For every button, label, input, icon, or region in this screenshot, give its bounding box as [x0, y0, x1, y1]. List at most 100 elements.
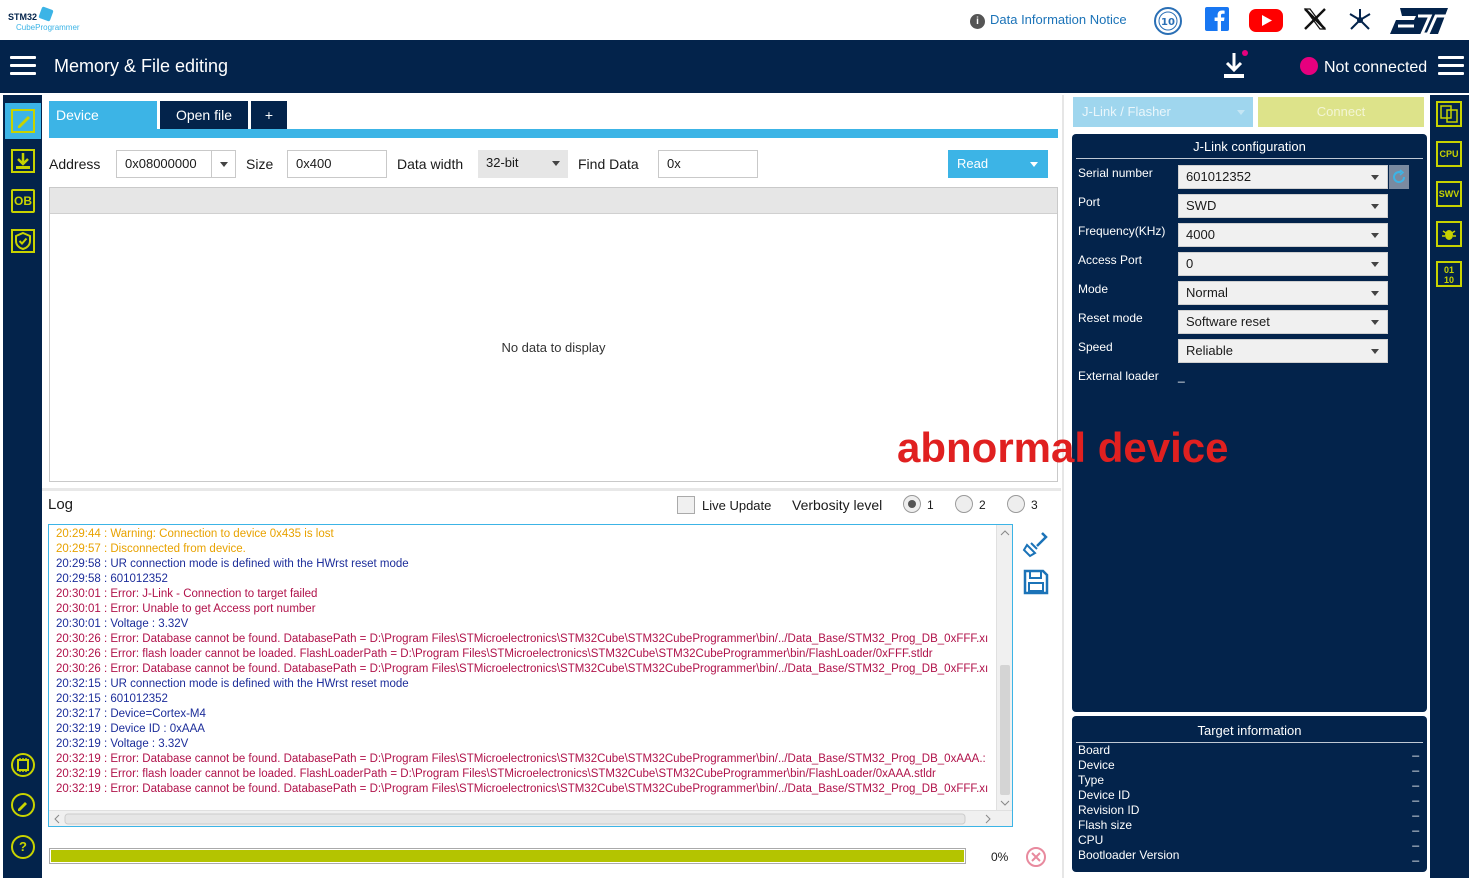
port-label: Port [1078, 195, 1101, 209]
access-port-label: Access Port [1078, 253, 1143, 267]
erase-programming-nav-button[interactable] [5, 143, 41, 179]
connection-status-dot [1300, 57, 1318, 75]
speed-value: Reliable [1186, 343, 1233, 358]
reset-mode-value: Software reset [1186, 314, 1270, 329]
log-vertical-scrollbar[interactable] [996, 525, 1012, 810]
verbosity-radio-1[interactable] [903, 495, 921, 513]
target-device-id-label: Device ID [1078, 788, 1131, 802]
live-update-checkbox[interactable] [677, 496, 695, 514]
interface-select[interactable]: J-Link / Flasher [1073, 97, 1253, 127]
log-line: 20:32:17 : Device=Cortex-M4 [56, 708, 206, 720]
log-horizontal-scrollbar[interactable] [49, 810, 1012, 826]
target-flash-size-label: Flash size [1078, 818, 1133, 832]
firmware-upgrade-nav-button[interactable] [5, 747, 41, 783]
binary-nav-button[interactable]: 01 10 [1436, 261, 1462, 287]
save-log-icon[interactable] [1022, 568, 1050, 596]
log-line: 20:32:19 : Error: Database cannot be fou… [56, 783, 989, 795]
tab-device-memory[interactable]: Device memory [49, 101, 157, 151]
registers-nav-button[interactable] [1436, 101, 1462, 127]
data-width-label: Data width [397, 156, 464, 172]
chevron-down-icon [1365, 224, 1385, 246]
chevron-down-icon [1365, 282, 1385, 304]
cpu-nav-button[interactable]: CPU [1436, 141, 1462, 167]
log-line: 20:30:01 : Voltage : 3.32V [56, 618, 189, 630]
chevron-down-icon [1237, 110, 1245, 115]
frequency-select[interactable]: 4000 [1178, 223, 1388, 247]
data-information-notice-link[interactable]: i Data Information Notice [970, 12, 1127, 29]
security-nav-button[interactable] [5, 223, 41, 259]
data-width-select[interactable]: 32-bit [478, 150, 568, 178]
size-input[interactable]: 0x400 [287, 150, 387, 178]
interface-value: J-Link / Flasher [1082, 104, 1171, 119]
help-nav-button[interactable]: ? [5, 829, 41, 865]
svg-text:10: 10 [1161, 17, 1175, 28]
log-line: 20:30:01 : Error: Unable to get Access p… [56, 603, 316, 615]
mode-select[interactable]: Normal [1178, 281, 1388, 305]
main-menu-icon[interactable] [10, 56, 36, 76]
chevron-down-icon[interactable] [544, 150, 568, 176]
address-value: 0x08000000 [125, 156, 197, 171]
refresh-icon[interactable] [1389, 165, 1409, 189]
connect-button[interactable]: Connect [1258, 97, 1424, 127]
find-data-input[interactable]: 0x [658, 150, 758, 178]
side-menu-icon[interactable] [1438, 56, 1464, 76]
speed-label: Speed [1078, 340, 1113, 354]
help-icon: ? [11, 835, 35, 859]
chevron-down-icon[interactable] [211, 151, 235, 177]
reset-mode-select[interactable]: Software reset [1178, 310, 1388, 334]
port-select[interactable]: SWD [1178, 194, 1388, 218]
option-bytes-nav-button[interactable]: OB [5, 183, 41, 219]
tab-open-file[interactable]: Open file [160, 101, 248, 129]
data-width-value: 32-bit [486, 155, 519, 170]
mode-label: Mode [1078, 282, 1109, 296]
st-logo[interactable] [1388, 6, 1452, 36]
verbosity-radio-3[interactable] [1007, 495, 1025, 513]
reset-mode-label: Reset mode [1078, 311, 1143, 325]
target-bootloader-label: Bootloader Version [1078, 848, 1180, 862]
log-line: 20:32:19 : Voltage : 3.32V [56, 738, 189, 750]
x-icon[interactable] [1302, 6, 1332, 34]
network-icon[interactable] [1346, 6, 1376, 34]
tab-add[interactable]: + [251, 101, 287, 129]
read-button[interactable]: Read [948, 150, 1048, 178]
log-line: 20:32:15 : UR connection mode is defined… [56, 678, 409, 690]
connection-status-label: Not connected [1324, 59, 1428, 76]
target-board-value: _ [1412, 743, 1419, 757]
debug-nav-button[interactable] [1436, 221, 1462, 247]
verbosity-option-3: 3 [1031, 498, 1038, 512]
facebook-icon[interactable] [1204, 6, 1234, 34]
registers-icon [1440, 105, 1458, 123]
chevron-down-icon [1365, 195, 1385, 217]
frequency-label: Frequency(KHz) [1078, 224, 1166, 238]
table-header [50, 188, 1057, 214]
serial-number-value: 601012352 [1186, 169, 1252, 184]
log-output[interactable]: 20:29:44 : Warning: Connection to device… [48, 524, 1013, 827]
target-cpu-label: CPU [1078, 833, 1104, 847]
clear-log-brush-icon[interactable] [1022, 530, 1050, 558]
external-loader-value: _ [1178, 369, 1185, 383]
jlink-configuration-panel: J-Link configuration Serial number 60101… [1072, 134, 1427, 712]
panel-splitter[interactable] [42, 488, 1061, 491]
verbosity-option-2: 2 [979, 498, 986, 512]
speed-select[interactable]: Reliable [1178, 339, 1388, 363]
log-line: 20:29:57 : Disconnected from device. [56, 543, 246, 555]
cancel-icon[interactable] [1025, 846, 1047, 868]
chevron-down-icon [1365, 166, 1385, 188]
access-port-select[interactable]: 0 [1178, 252, 1388, 276]
download-icon[interactable] [1220, 50, 1250, 82]
log-tools-nav-button[interactable] [5, 787, 41, 823]
memory-editing-nav-button[interactable] [5, 103, 41, 139]
pencil-icon [11, 793, 35, 817]
address-combo[interactable]: 0x08000000 [116, 150, 236, 178]
anniversary-10-badge-icon[interactable]: 10 [1153, 6, 1183, 35]
verbosity-radio-2[interactable] [955, 495, 973, 513]
connection-status: Not connected [1300, 57, 1427, 77]
swv-nav-button[interactable]: SWV [1436, 181, 1462, 207]
target-device-value: _ [1412, 758, 1419, 772]
mode-value: Normal [1186, 285, 1228, 300]
log-line: 20:30:26 : Error: Database cannot be fou… [56, 663, 989, 675]
live-update-label: Live Update [702, 498, 772, 513]
youtube-icon[interactable] [1248, 6, 1284, 34]
serial-number-select[interactable]: 601012352 [1178, 165, 1388, 189]
log-line: 20:30:26 : Error: Database cannot be fou… [56, 633, 989, 645]
